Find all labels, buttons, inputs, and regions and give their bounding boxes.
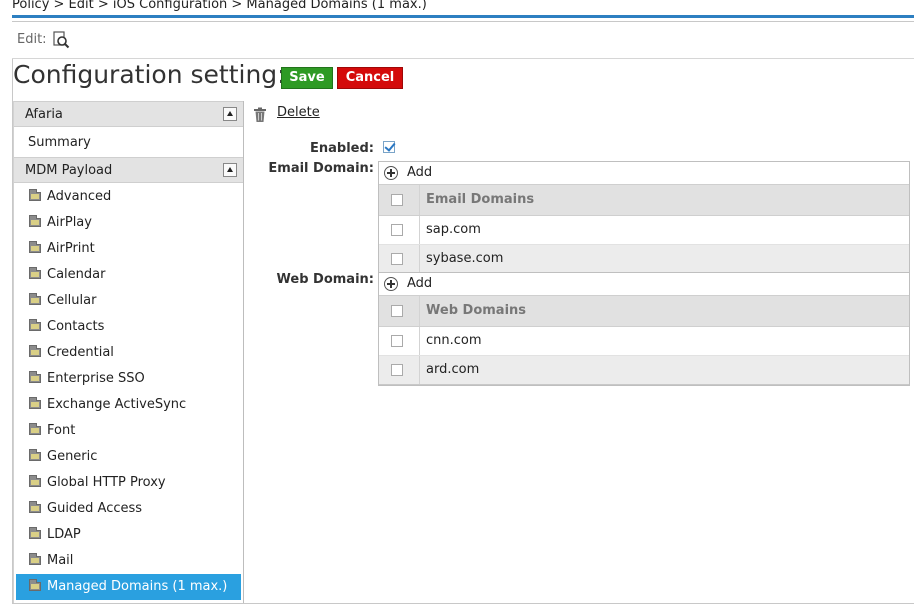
sidebar-item-cellular[interactable]: Cellular — [16, 288, 241, 314]
select-all-checkbox[interactable] — [391, 194, 403, 206]
folder-icon — [29, 475, 41, 487]
table-row[interactable]: ard.com — [379, 356, 909, 385]
web-domain-label: Web Domain: — [276, 272, 374, 287]
sidebar-item-label: Credential — [47, 345, 114, 360]
cancel-button[interactable]: Cancel — [337, 67, 403, 89]
sidebar-item-mail[interactable]: Mail — [16, 548, 241, 574]
sidebar-item-enterprise-sso[interactable]: Enterprise SSO — [16, 366, 241, 392]
table-row[interactable]: cnn.com — [379, 327, 909, 356]
email-domain-cell: sap.com — [426, 222, 481, 237]
sidebar-item-label: Guided Access — [47, 501, 143, 516]
sidebar-item-generic[interactable]: Generic — [16, 444, 241, 470]
breadcrumb: Policy > Edit > iOS Configuration > Mana… — [12, 0, 427, 12]
sidebar-item-global-http-proxy[interactable]: Global HTTP Proxy — [16, 470, 241, 496]
sidebar-item-label: LDAP — [47, 527, 81, 542]
add-circle-icon[interactable] — [384, 166, 398, 180]
preview-magnifier-icon[interactable] — [52, 31, 70, 49]
enabled-label: Enabled: — [310, 141, 374, 156]
folder-icon — [29, 345, 41, 357]
folder-icon — [29, 189, 41, 201]
sidebar-section-afaria[interactable]: Afaria — [14, 101, 243, 127]
email-domain-cell: sybase.com — [426, 251, 504, 266]
grid-header: Web Domains — [379, 296, 909, 327]
row-checkbox[interactable] — [391, 224, 403, 236]
enabled-checkbox[interactable] — [383, 141, 395, 153]
sidebar-item-label: AirPrint — [47, 241, 95, 256]
sidebar-item-label: AirPlay — [47, 215, 92, 230]
sidebar-item-managed-domains[interactable]: Managed Domains (1 max.) — [16, 574, 241, 600]
table-row[interactable]: sybase.com — [379, 245, 909, 274]
trash-icon[interactable] — [253, 107, 267, 123]
sidebar-item-contacts[interactable]: Contacts — [16, 314, 241, 340]
save-button[interactable]: Save — [281, 67, 333, 89]
sidebar-item-font[interactable]: Font — [16, 418, 241, 444]
add-circle-icon[interactable] — [384, 277, 398, 291]
column-header[interactable]: Email Domains — [426, 192, 534, 207]
folder-icon — [29, 319, 41, 331]
sidebar-item-label: Mail — [47, 553, 74, 568]
folder-icon — [29, 423, 41, 435]
email-domain-label: Email Domain: — [268, 161, 374, 176]
sidebar-item-label: Global HTTP Proxy — [47, 475, 166, 490]
sidebar-item-label: Advanced — [47, 189, 112, 204]
grid-toolbar: Add — [379, 273, 909, 296]
folder-icon — [29, 501, 41, 513]
add-web-domain-button[interactable]: Add — [407, 276, 432, 291]
row-checkbox[interactable] — [391, 253, 403, 265]
add-email-domain-button[interactable]: Add — [407, 165, 432, 180]
grid-header: Email Domains — [379, 185, 909, 216]
folder-icon — [29, 371, 41, 383]
folder-icon — [29, 527, 41, 539]
delete-link[interactable]: Delete — [277, 105, 320, 120]
sidebar-item-label: Calendar — [47, 267, 106, 282]
email-domains-grid: Add Email Domains sap.com sybase.com — [378, 161, 910, 275]
web-domain-cell: cnn.com — [426, 333, 482, 348]
sidebar-item-label: Contacts — [47, 319, 105, 334]
row-checkbox[interactable] — [391, 335, 403, 347]
sidebar-item-exchange-activesync[interactable]: Exchange ActiveSync — [16, 392, 241, 418]
sidebar-item-label: Exchange ActiveSync — [47, 397, 187, 412]
sidebar-item-label: Generic — [47, 449, 98, 464]
sidebar-item-summary[interactable]: Summary — [14, 130, 243, 156]
sidebar-item-label: Font — [47, 423, 76, 438]
sidebar-item-label: Cellular — [47, 293, 97, 308]
folder-icon — [29, 553, 41, 565]
section-label: MDM Payload — [25, 163, 113, 178]
folder-icon — [29, 293, 41, 305]
sidebar-item-guided-access[interactable]: Guided Access — [16, 496, 241, 522]
sidebar-item-label: Managed Domains (1 max.) — [47, 579, 228, 594]
web-domain-cell: ard.com — [426, 362, 480, 377]
collapse-arrow-icon[interactable] — [223, 163, 237, 177]
folder-icon — [29, 215, 41, 227]
folder-icon — [29, 397, 41, 409]
sidebar-item-airprint[interactable]: AirPrint — [16, 236, 241, 262]
sidebar-item-label: Enterprise SSO — [47, 371, 145, 386]
select-all-checkbox[interactable] — [391, 305, 403, 317]
folder-icon — [29, 267, 41, 279]
sidebar-section-mdm-payload[interactable]: MDM Payload — [14, 157, 243, 183]
collapse-arrow-icon[interactable] — [223, 107, 237, 121]
sidebar-item-advanced[interactable]: Advanced — [16, 184, 241, 210]
page-title: Configuration setting: — [13, 60, 286, 89]
column-header[interactable]: Web Domains — [426, 303, 526, 318]
sidebar-item-airplay[interactable]: AirPlay — [16, 210, 241, 236]
folder-icon — [29, 449, 41, 461]
sidebar-item-ldap[interactable]: LDAP — [16, 522, 241, 548]
folder-icon — [29, 579, 41, 591]
sidebar-item-calendar[interactable]: Calendar — [16, 262, 241, 288]
folder-icon — [29, 241, 41, 253]
grid-toolbar: Add — [379, 162, 909, 185]
header-divider — [12, 15, 914, 18]
edit-label: Edit: — [17, 32, 47, 47]
sidebar: Afaria Summary MDM Payload Advanced AirP… — [13, 101, 244, 603]
web-domains-grid: Add Web Domains cnn.com ard.com — [378, 272, 910, 386]
edit-bar: Edit: — [12, 22, 914, 59]
sidebar-item-credential[interactable]: Credential — [16, 340, 241, 366]
row-checkbox[interactable] — [391, 364, 403, 376]
table-row[interactable]: sap.com — [379, 216, 909, 245]
section-label: Afaria — [25, 107, 63, 122]
